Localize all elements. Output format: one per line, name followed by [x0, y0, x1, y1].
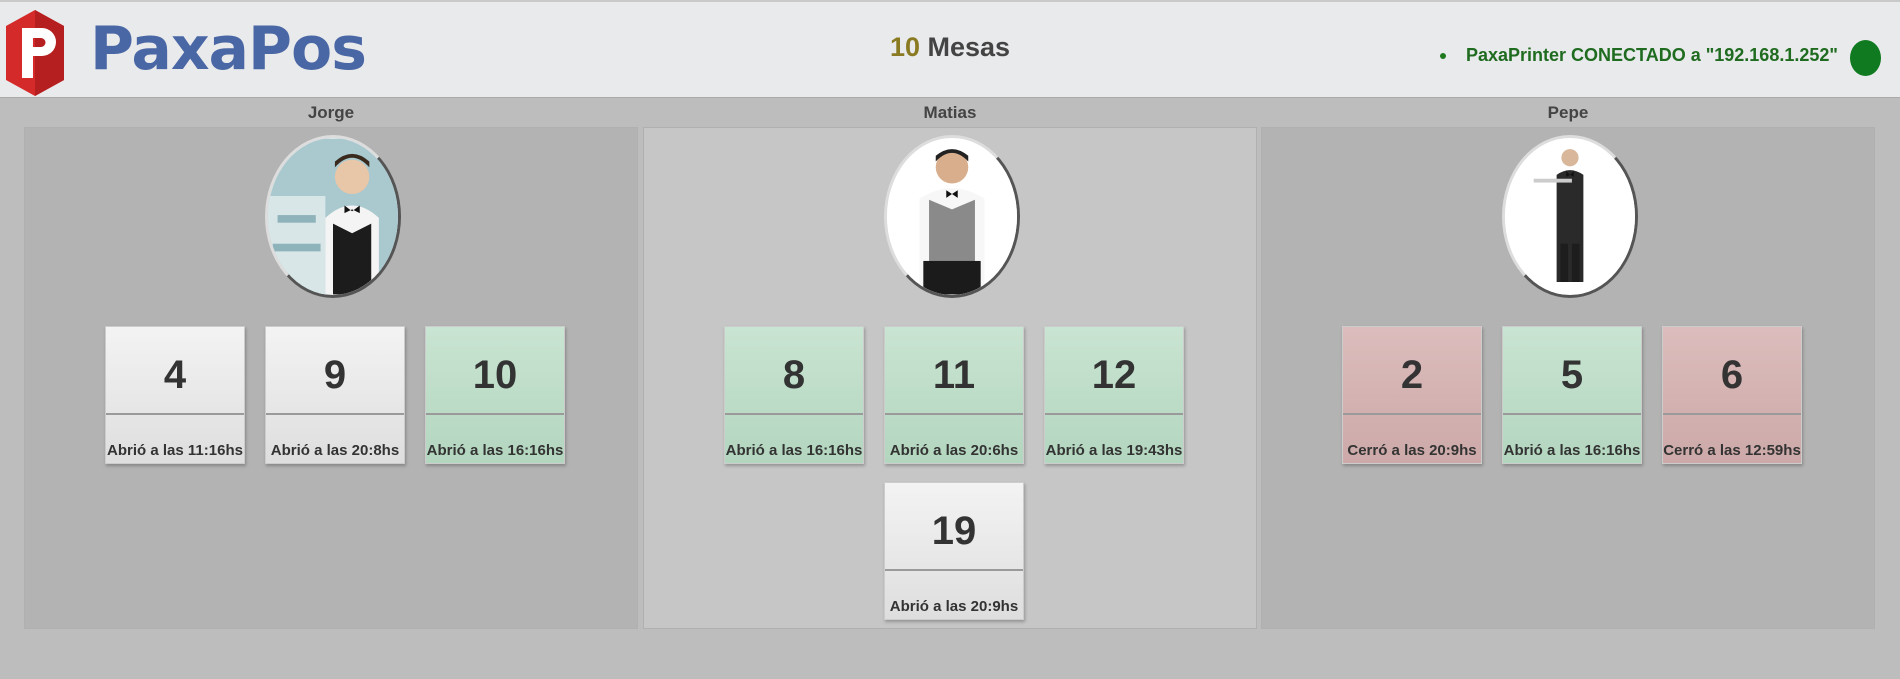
divider: [725, 413, 863, 415]
bullet-icon: [1440, 53, 1446, 60]
divider: [885, 413, 1023, 415]
divider: [1503, 413, 1641, 415]
divider: [885, 569, 1023, 571]
table-tile[interactable]: 12 Abrió a las 19:43hs: [1044, 326, 1184, 464]
table-tile[interactable]: 5 Abrió a las 16:16hs: [1502, 326, 1642, 464]
printer-status: PaxaPrinter CONECTADO a "192.168.1.252": [1440, 45, 1838, 66]
table-number: 2: [1400, 353, 1424, 397]
table-number: 6: [1720, 353, 1744, 397]
table-tile[interactable]: 11 Abrió a las 20:6hs: [884, 326, 1024, 464]
table-tile[interactable]: 10 Abrió a las 16:16hs: [425, 326, 565, 464]
table-status: Abrió a las 16:16hs: [426, 442, 564, 459]
table-tile[interactable]: 19 Abrió a las 20:9hs: [884, 482, 1024, 620]
tables-count-label: Mesas: [919, 32, 1011, 62]
printer-status-text: PaxaPrinter CONECTADO a "192.168.1.252": [1466, 45, 1838, 65]
tables-count-number: 10: [889, 32, 920, 62]
waiter-avatar[interactable]: [265, 135, 401, 298]
table-status: Abrió a las 11:16hs: [107, 442, 243, 459]
divider: [1663, 413, 1801, 415]
table-number: 19: [931, 509, 977, 553]
divider: [106, 413, 244, 415]
table-tile[interactable]: 9 Abrió a las 20:8hs: [265, 326, 405, 464]
waiter-column-matias: 8 Abrió a las 16:16hs 11 Abrió a las 20:…: [643, 127, 1257, 629]
table-number: 5: [1560, 353, 1584, 397]
waiter-column-pepe: 2 Cerró a las 20:9hs 5 Abrió a las 16:16…: [1261, 127, 1875, 629]
top-bar: PaxaPos 10 Mesas PaxaPrinter CONECTADO a…: [0, 0, 1900, 98]
table-number: 9: [323, 353, 347, 397]
table-number: 11: [932, 353, 976, 397]
divider: [1045, 413, 1183, 415]
waiter-photo-icon: [268, 138, 398, 295]
waiter-avatar[interactable]: [1502, 135, 1638, 298]
table-number: 8: [782, 353, 806, 397]
waiter-avatar[interactable]: [884, 135, 1020, 298]
table-status: Cerró a las 12:59hs: [1663, 442, 1801, 459]
table-status: Cerró a las 20:9hs: [1347, 442, 1477, 459]
waiter-name: Matias: [923, 103, 977, 122]
waiter-name: Pepe: [1547, 103, 1589, 122]
table-status: Abrió a las 20:8hs: [270, 442, 400, 459]
connection-status-icon: [1850, 40, 1881, 76]
table-tile[interactable]: 4 Abrió a las 11:16hs: [105, 326, 245, 464]
table-number: 12: [1091, 353, 1137, 397]
waiter-photo-icon: [887, 138, 1017, 295]
waiter-photo-icon: [1505, 138, 1635, 295]
table-status: Abrió a las 16:16hs: [1503, 442, 1641, 459]
waiter-column-jorge: 4 Abrió a las 11:16hs 9 Abrió a las 20:8…: [24, 127, 638, 629]
divider: [266, 413, 404, 415]
waiter-name: Jorge: [307, 103, 355, 122]
table-status: Abrió a las 20:6hs: [889, 442, 1019, 459]
table-tile[interactable]: 2 Cerró a las 20:9hs: [1342, 326, 1482, 464]
divider: [1343, 413, 1481, 415]
table-tile[interactable]: 8 Abrió a las 16:16hs: [724, 326, 864, 464]
table-status: Abrió a las 19:43hs: [1045, 442, 1183, 459]
table-tile[interactable]: 6 Cerró a las 12:59hs: [1662, 326, 1802, 464]
table-status: Abrió a las 16:16hs: [725, 442, 863, 459]
table-number: 4: [163, 353, 187, 397]
divider: [426, 413, 564, 415]
table-number: 10: [472, 353, 518, 397]
table-status: Abrió a las 20:9hs: [889, 598, 1019, 615]
